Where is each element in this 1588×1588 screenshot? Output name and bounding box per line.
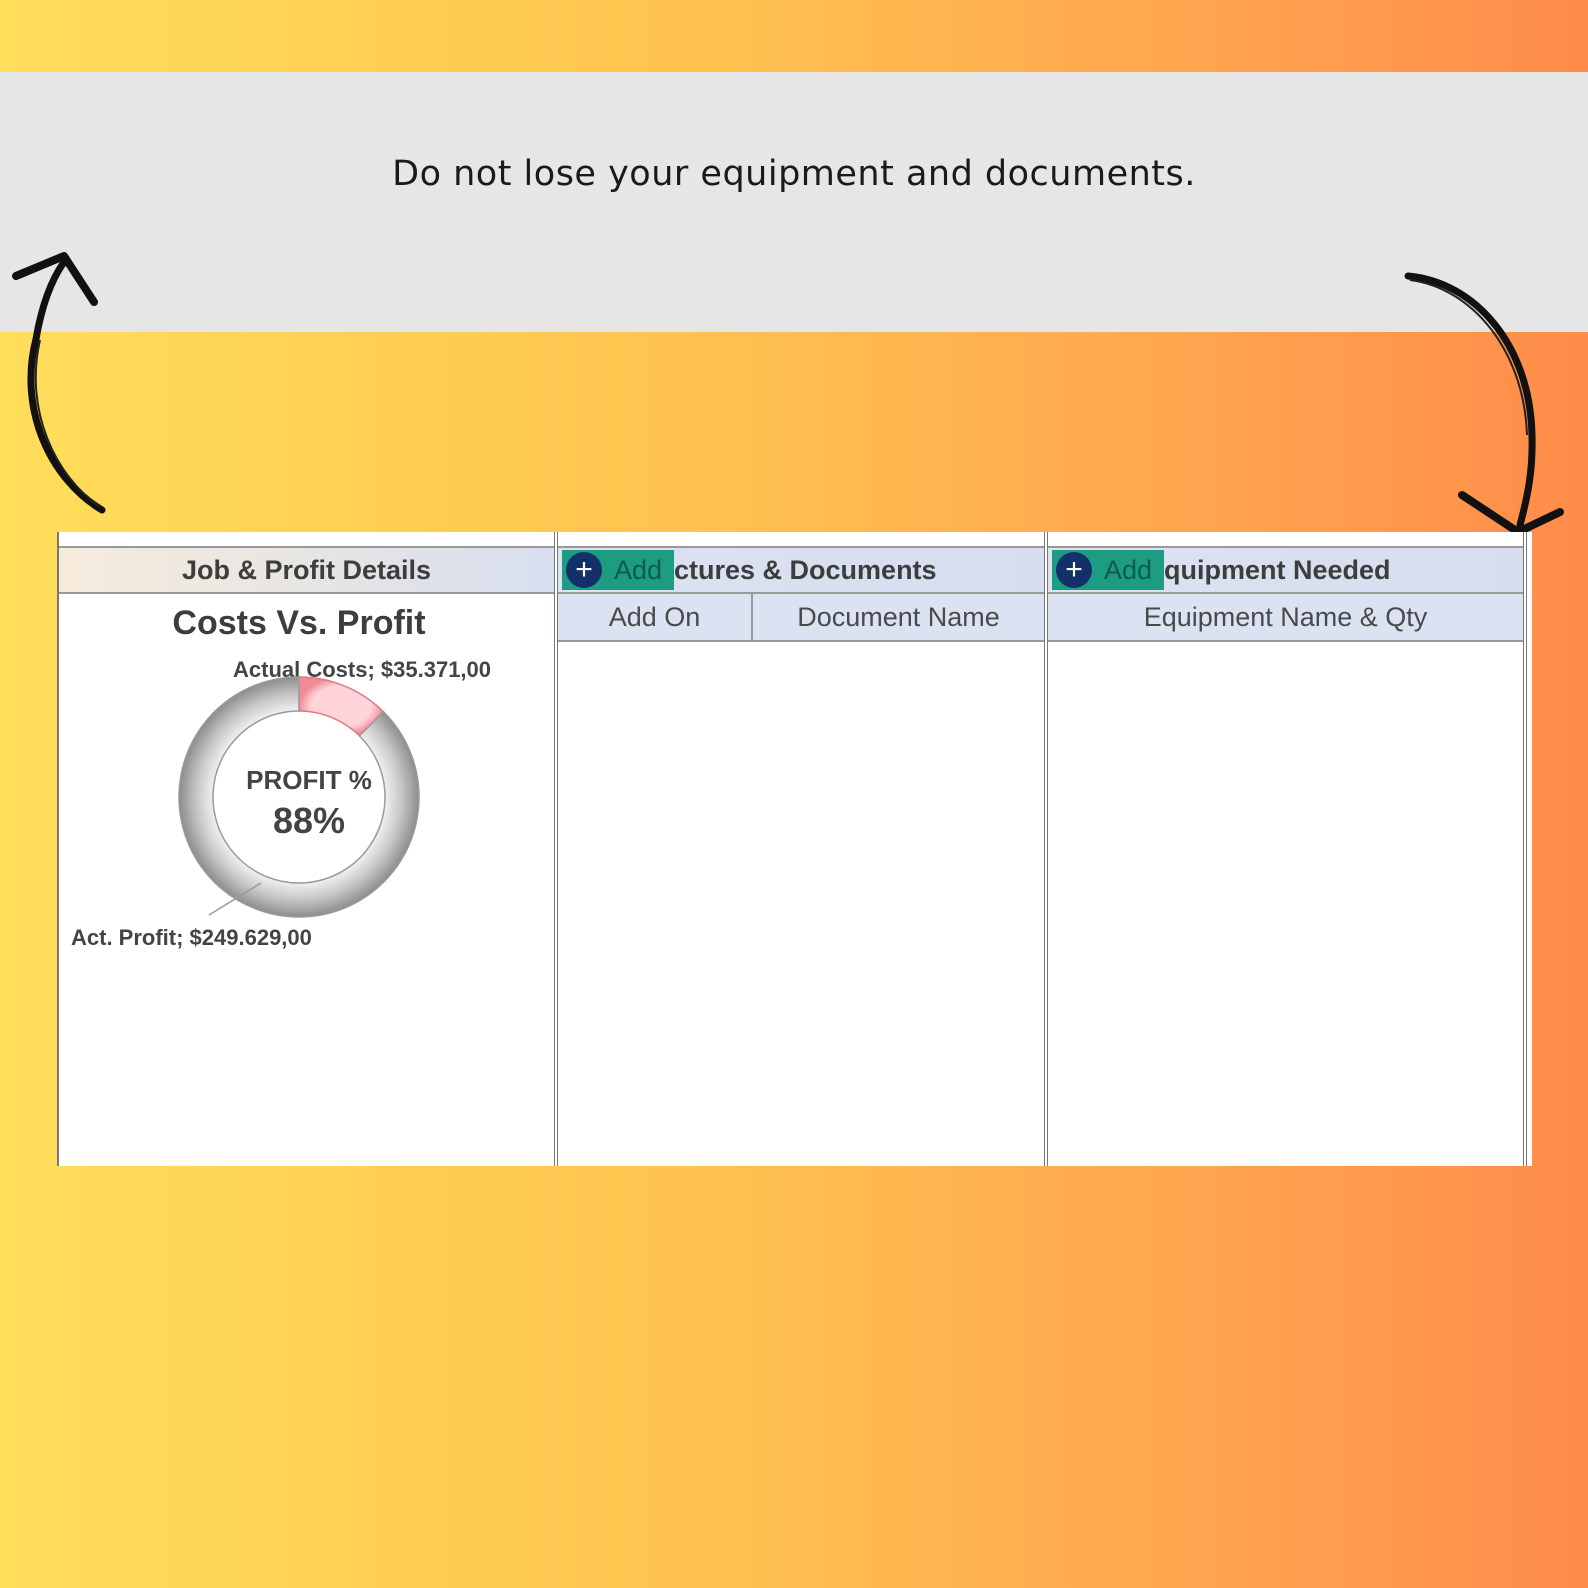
- column-header-add-on: Add On: [558, 594, 753, 640]
- costs-profit-donut-chart[interactable]: [169, 667, 429, 927]
- profit-data-label: Act. Profit; $249.629,00: [71, 925, 312, 950]
- equipment-column-headers: Equipment Name & Qty: [1048, 594, 1523, 642]
- job-profit-title: Job & Profit Details: [181, 555, 432, 585]
- documents-panel: + Add ctures & Documents Add On Document…: [554, 532, 1044, 1166]
- job-profit-panel: Job & Profit Details Costs Vs. Profit Ac…: [57, 532, 554, 1166]
- equipment-title: quipment Needed: [1164, 555, 1391, 585]
- documents-title: ctures & Documents: [674, 555, 937, 585]
- profit-percent-caption: PROFIT %: [246, 765, 372, 795]
- job-profit-header: Job & Profit Details: [59, 546, 554, 594]
- spreadsheet-form: Job & Profit Details Costs Vs. Profit Ac…: [57, 532, 1532, 1166]
- donut-slice-act-profit[interactable]: [178, 676, 420, 918]
- equipment-panel: + Add quipment Needed Equipment Name & Q…: [1044, 532, 1527, 1166]
- add-document-label: Add: [614, 555, 663, 585]
- plus-circle-icon: +: [566, 552, 602, 588]
- documents-header: + Add ctures & Documents: [558, 546, 1044, 594]
- profit-percent-value: 88%: [272, 800, 346, 841]
- equipment-header: + Add quipment Needed: [1048, 546, 1523, 594]
- curved-arrow-down-icon: [1404, 272, 1564, 536]
- add-equipment-label: Add: [1104, 555, 1153, 585]
- chart-title: Costs Vs. Profit: [172, 604, 426, 642]
- banner: [0, 72, 1588, 332]
- banner-text: Do not lose your equipment and documents…: [392, 154, 1196, 194]
- column-header-equipment-name-qty: Equipment Name & Qty: [1143, 602, 1428, 632]
- plus-circle-icon: +: [1056, 552, 1092, 588]
- add-document-button[interactable]: + Add: [562, 550, 674, 590]
- curved-arrow-up-icon: [12, 252, 106, 514]
- column-header-document-name: Document Name: [797, 602, 1000, 632]
- add-equipment-button[interactable]: + Add: [1052, 550, 1164, 590]
- documents-column-headers: Add On Document Name: [558, 594, 1044, 642]
